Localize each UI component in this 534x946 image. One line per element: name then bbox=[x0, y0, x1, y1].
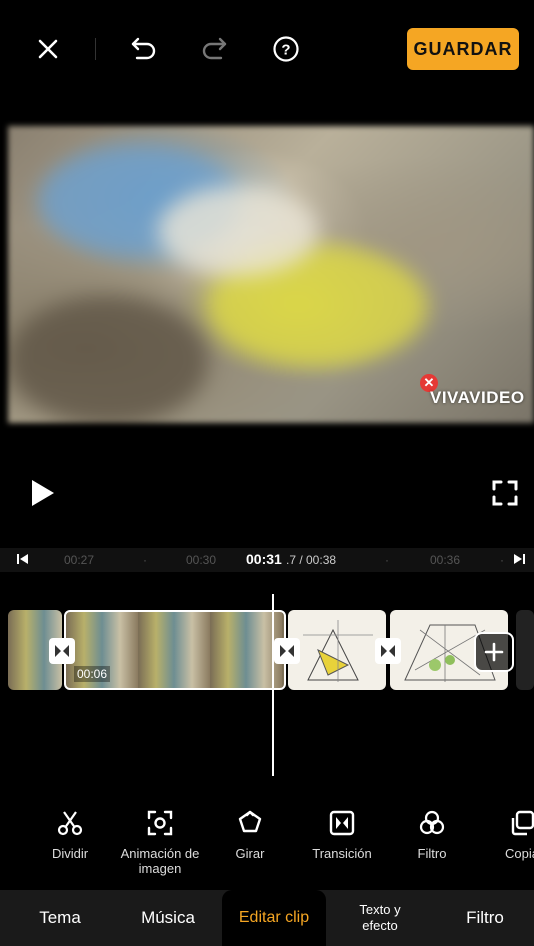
play-icon[interactable] bbox=[28, 478, 58, 508]
video-clip[interactable] bbox=[516, 610, 534, 690]
ruler-dot: · bbox=[500, 553, 504, 567]
undo-icon[interactable] bbox=[124, 29, 164, 69]
transition-icon[interactable] bbox=[375, 638, 401, 664]
transition-icon[interactable] bbox=[49, 638, 75, 664]
skip-to-end-icon[interactable] bbox=[512, 553, 526, 568]
rotate-icon bbox=[202, 806, 298, 840]
video-clip-selected[interactable]: 00:06 bbox=[64, 610, 286, 690]
tool-label: Girar bbox=[235, 846, 265, 861]
bottom-tab-bar: Tema Música Editar clip Texto y efecto F… bbox=[0, 890, 534, 946]
sketch-thumbnail bbox=[303, 620, 373, 682]
ruler-time: 00:27 bbox=[64, 553, 95, 567]
current-time: 00:31 bbox=[246, 551, 282, 567]
ruler-time: 00:36 bbox=[430, 553, 461, 567]
tab-theme[interactable]: Tema bbox=[12, 890, 108, 946]
tool-transition[interactable]: Transición bbox=[294, 806, 390, 861]
ruler-time: 00:30 bbox=[186, 553, 217, 567]
tab-music[interactable]: Música bbox=[118, 890, 218, 946]
image-clip[interactable] bbox=[288, 610, 386, 690]
tool-label: Animación de imagen bbox=[120, 846, 200, 876]
tool-label: Transición bbox=[312, 846, 372, 861]
ruler-dot: · bbox=[385, 553, 389, 567]
tab-filter[interactable]: Filtro bbox=[440, 890, 530, 946]
preview-blur-region bbox=[158, 186, 318, 276]
copy-icon bbox=[474, 806, 534, 840]
fullscreen-icon[interactable] bbox=[490, 478, 520, 508]
close-icon[interactable] bbox=[28, 29, 68, 69]
tool-filter[interactable]: Filtro bbox=[384, 806, 480, 861]
edit-tools-row: Dividir Animación de imagen Girar Transi… bbox=[0, 806, 534, 886]
save-button[interactable]: GUARDAR bbox=[407, 28, 519, 70]
transition-icon[interactable] bbox=[274, 638, 300, 664]
top-toolbar: ? GUARDAR bbox=[0, 0, 534, 100]
add-clip-button[interactable] bbox=[474, 632, 514, 672]
time-ruler[interactable]: 00:27 · 00:30 00:31 .7 / 00:38 · 00:36 · bbox=[0, 548, 534, 572]
watermark-text: VIVAVIDEO bbox=[430, 388, 525, 407]
tool-image-animation[interactable]: Animación de imagen bbox=[112, 806, 208, 876]
focus-frame-icon bbox=[112, 806, 208, 840]
toolbar-divider bbox=[95, 38, 96, 60]
tab-text-effect[interactable]: Texto y efecto bbox=[340, 890, 420, 946]
filter-icon bbox=[384, 806, 480, 840]
scissors-icon bbox=[22, 806, 118, 840]
total-time: .7 / 00:38 bbox=[286, 553, 337, 567]
tool-label: Copia bbox=[505, 846, 534, 861]
skip-to-start-icon[interactable] bbox=[16, 553, 30, 568]
tool-rotate[interactable]: Girar bbox=[202, 806, 298, 861]
redo-icon[interactable] bbox=[194, 29, 234, 69]
preview-blur-region bbox=[8, 296, 208, 423]
help-icon[interactable]: ? bbox=[266, 29, 306, 69]
vivavideo-watermark[interactable]: ✕ VIVAVIDEO bbox=[420, 374, 532, 410]
transition-icon bbox=[294, 806, 390, 840]
tool-label: Filtro bbox=[417, 846, 447, 861]
tool-copy[interactable]: Copia bbox=[474, 806, 534, 861]
ruler-dot: · bbox=[143, 553, 147, 567]
svg-text:?: ? bbox=[281, 42, 290, 59]
tool-label: Dividir bbox=[51, 846, 89, 861]
clip-timeline[interactable]: 00:06 bbox=[0, 600, 534, 700]
clip-duration: 00:06 bbox=[74, 666, 111, 682]
plus-icon bbox=[484, 642, 504, 662]
tool-split[interactable]: Dividir bbox=[22, 806, 118, 861]
tab-edit-clip[interactable]: Editar clip bbox=[222, 890, 326, 946]
playhead[interactable] bbox=[272, 594, 274, 776]
